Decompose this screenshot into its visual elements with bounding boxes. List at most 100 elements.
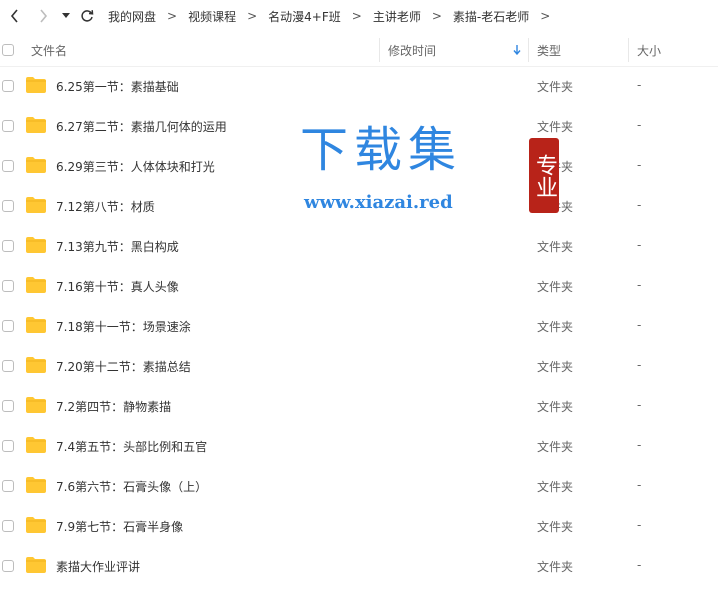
folder-icon	[26, 397, 46, 413]
column-divider[interactable]	[528, 38, 529, 62]
file-name[interactable]: 7.4第五节：头部比例和五官	[56, 438, 207, 455]
folder-icon	[26, 117, 46, 133]
breadcrumb-item-current[interactable]: 素描-老石老师	[453, 8, 529, 25]
file-type: 文件夹	[537, 480, 574, 494]
file-size: -	[637, 278, 642, 292]
file-name[interactable]: 7.13第九节：黑白构成	[56, 238, 179, 255]
file-type: 文件夹	[537, 240, 574, 254]
file-type: 文件夹	[537, 360, 574, 374]
file-row[interactable]: 7.9第七节：石膏半身像 文件夹 -	[0, 506, 718, 546]
row-checkbox[interactable]	[2, 200, 14, 212]
row-checkbox[interactable]	[2, 440, 14, 452]
file-type: 文件夹	[537, 520, 574, 534]
nav-bar: 我的网盘 > 视频课程 > 名动漫4+F班 > 主讲老师 > 素描-老石老师 >	[0, 0, 718, 32]
folder-icon	[26, 357, 46, 373]
file-size: -	[637, 238, 642, 252]
file-size: -	[637, 198, 642, 212]
file-name[interactable]: 7.20第十二节：素描总结	[56, 358, 191, 375]
breadcrumb-item-video-courses[interactable]: 视频课程	[188, 8, 236, 25]
chevron-right-icon	[40, 9, 48, 23]
file-row[interactable]: 7.6第六节：石膏头像（上） 文件夹 -	[0, 466, 718, 506]
folder-icon	[26, 197, 46, 213]
back-button[interactable]	[4, 0, 26, 32]
file-name[interactable]: 6.25第一节：素描基础	[56, 78, 179, 95]
file-size: -	[637, 438, 642, 452]
watermark: 下载集 专业 www.xiazai.red	[300, 120, 570, 220]
file-row[interactable]: 7.13第九节：黑白构成 文件夹 -	[0, 226, 718, 266]
caret-down-icon	[62, 13, 70, 18]
folder-icon	[26, 157, 46, 173]
breadcrumb-separator-icon: >	[431, 9, 442, 23]
file-row[interactable]: 7.4第五节：头部比例和五官 文件夹 -	[0, 426, 718, 466]
file-row[interactable]: 6.25第一节：素描基础 文件夹 -	[0, 66, 718, 106]
breadcrumb-separator-icon: >	[540, 9, 551, 23]
refresh-icon	[81, 10, 94, 22]
breadcrumb-item-class[interactable]: 名动漫4+F班	[268, 8, 341, 25]
file-name[interactable]: 7.18第十一节：场景速涂	[56, 318, 191, 335]
row-checkbox[interactable]	[2, 80, 14, 92]
file-size: -	[637, 518, 642, 532]
chevron-left-icon	[10, 9, 18, 23]
file-size: -	[637, 558, 642, 572]
row-checkbox[interactable]	[2, 360, 14, 372]
breadcrumb: 我的网盘 > 视频课程 > 名动漫4+F班 > 主讲老师 > 素描-老石老师 >	[108, 8, 561, 25]
file-size: -	[637, 118, 642, 132]
column-header-modified[interactable]: 修改时间	[388, 34, 436, 66]
file-size: -	[637, 358, 642, 372]
folder-icon	[26, 317, 46, 333]
file-size: -	[637, 478, 642, 492]
file-row[interactable]: 素描大作业评讲 文件夹 -	[0, 546, 718, 586]
folder-icon	[26, 477, 46, 493]
row-checkbox[interactable]	[2, 160, 14, 172]
file-size: -	[637, 318, 642, 332]
refresh-button[interactable]	[76, 0, 98, 32]
column-divider[interactable]	[379, 38, 380, 62]
folder-icon	[26, 277, 46, 293]
column-header-size[interactable]: 大小	[637, 34, 661, 66]
breadcrumb-item-my-drive[interactable]: 我的网盘	[108, 8, 156, 25]
watermark-seal: 专业	[529, 138, 559, 213]
file-name[interactable]: 7.9第七节：石膏半身像	[56, 518, 183, 535]
file-row[interactable]: 7.16第十节：真人头像 文件夹 -	[0, 266, 718, 306]
row-checkbox[interactable]	[2, 400, 14, 412]
file-name[interactable]: 7.16第十节：真人头像	[56, 278, 179, 295]
breadcrumb-separator-icon: >	[351, 9, 362, 23]
file-size: -	[637, 78, 642, 92]
column-divider[interactable]	[628, 38, 629, 62]
file-size: -	[637, 158, 642, 172]
row-checkbox[interactable]	[2, 480, 14, 492]
watermark-url: www.xiazai.red	[304, 192, 453, 213]
watermark-title: 下载集	[300, 122, 463, 178]
file-name[interactable]: 6.27第二节：素描几何体的运用	[56, 118, 227, 135]
folder-icon	[26, 237, 46, 253]
row-checkbox[interactable]	[2, 280, 14, 292]
file-type: 文件夹	[537, 280, 574, 294]
row-checkbox[interactable]	[2, 320, 14, 332]
file-list-header: 文件名 修改时间 类型 大小	[0, 34, 718, 67]
file-name[interactable]: 7.2第四节：静物素描	[56, 398, 171, 415]
row-checkbox[interactable]	[2, 560, 14, 572]
file-row[interactable]: 7.18第十一节：场景速涂 文件夹 -	[0, 306, 718, 346]
sort-down-arrow-icon[interactable]	[513, 34, 521, 66]
row-checkbox[interactable]	[2, 120, 14, 132]
forward-button[interactable]	[32, 0, 54, 32]
file-row[interactable]: 7.2第四节：静物素描 文件夹 -	[0, 386, 718, 426]
folder-icon	[26, 557, 46, 573]
row-checkbox[interactable]	[2, 520, 14, 532]
watermark-seal-text: 专业	[532, 153, 557, 198]
column-header-name[interactable]: 文件名	[31, 34, 67, 66]
history-dropdown-button[interactable]	[58, 0, 74, 32]
file-size: -	[637, 398, 642, 412]
file-name[interactable]: 7.6第六节：石膏头像（上）	[56, 478, 207, 495]
file-type: 文件夹	[537, 440, 574, 454]
file-type: 文件夹	[537, 400, 574, 414]
file-row[interactable]: 7.20第十二节：素描总结 文件夹 -	[0, 346, 718, 386]
breadcrumb-item-teachers[interactable]: 主讲老师	[373, 8, 421, 25]
breadcrumb-separator-icon: >	[167, 9, 178, 23]
select-all-checkbox[interactable]	[2, 34, 14, 66]
file-name[interactable]: 6.29第三节：人体体块和打光	[56, 158, 215, 175]
file-name[interactable]: 素描大作业评讲	[56, 558, 140, 575]
file-name[interactable]: 7.12第八节：材质	[56, 198, 155, 215]
row-checkbox[interactable]	[2, 240, 14, 252]
column-header-type[interactable]: 类型	[537, 34, 561, 66]
